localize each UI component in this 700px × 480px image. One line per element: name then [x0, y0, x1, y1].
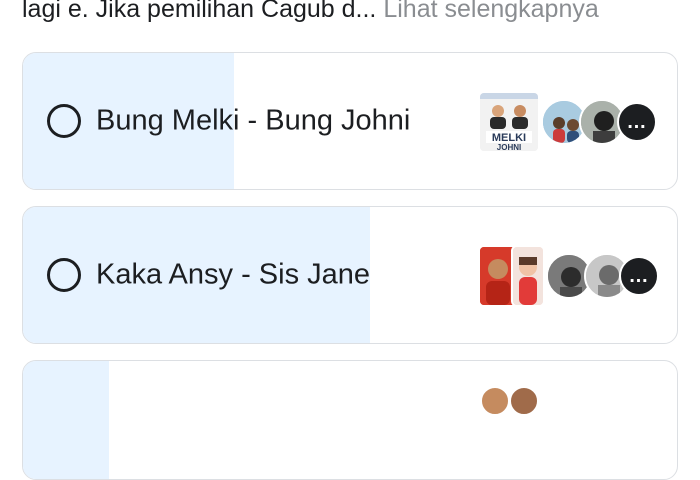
candidate-photo-avatar: [511, 245, 545, 307]
poll-option-2[interactable]: Kaka Ansy - Sis Jane …: [22, 206, 678, 344]
post-text-line: lagi e. Jika pemilihan Cagub d... Lihat …: [22, 0, 599, 29]
poster-word-2: JOHNI: [497, 143, 521, 151]
candidate-poster-avatar: MELKI JOHNI: [478, 91, 540, 153]
more-avatars-icon[interactable]: …: [619, 256, 659, 296]
voter-avatar: [480, 386, 510, 416]
radio-circle-icon[interactable]: [47, 258, 81, 292]
radio-circle-icon[interactable]: [47, 104, 81, 138]
poll-option-label: Kaka Ansy - Sis Jane: [96, 258, 371, 291]
voter-avatar: [509, 386, 539, 416]
more-avatars-icon[interactable]: …: [617, 102, 657, 142]
poll-option-label: Bung Melki - Bung Johni: [96, 104, 411, 137]
post-text: lagi e. Jika pemilihan Cagub d...: [22, 0, 377, 23]
poll-option-1[interactable]: Bung Melki - Bung Johni MELKI JOHNI …: [22, 52, 678, 190]
see-more-link[interactable]: Lihat selengkapnya: [383, 0, 598, 23]
vote-share-fill: [23, 361, 109, 479]
poll-option-3[interactable]: [22, 360, 678, 480]
